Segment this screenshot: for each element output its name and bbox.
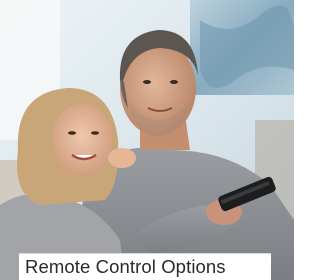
couple-with-remote-photo [0, 0, 294, 280]
remote-control-options-tile[interactable]: Remote Control Options [0, 0, 294, 280]
tile-caption[interactable]: Remote Control Options [19, 253, 271, 280]
